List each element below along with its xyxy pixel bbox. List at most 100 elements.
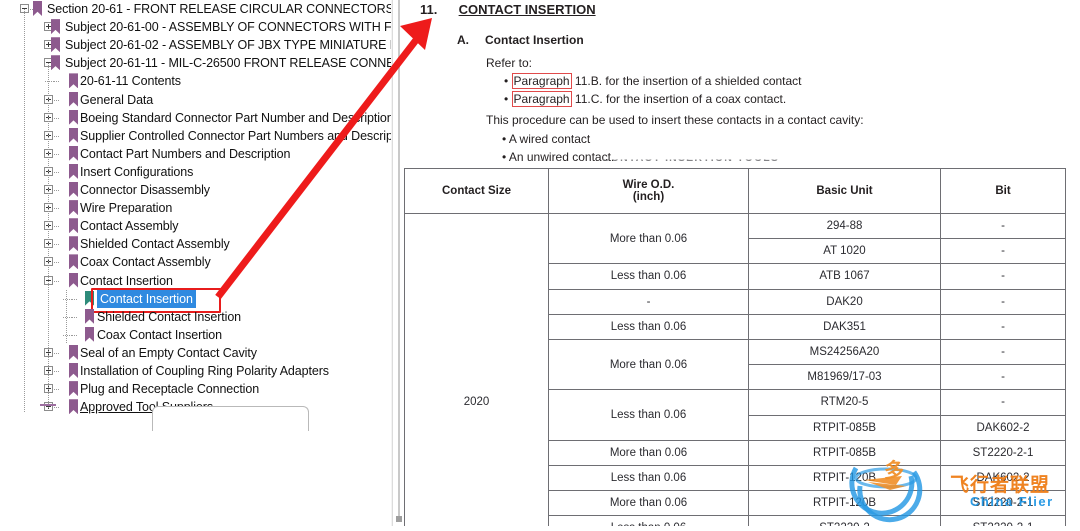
cell-wire-od: Less than 0.06 (548, 464, 749, 492)
wire-od-line1: Wire O.D. (622, 179, 675, 191)
procedure-item-2: • An unwired contact. (502, 150, 615, 164)
cell-wire-od: More than 0.06 (548, 490, 749, 517)
tree-connector (54, 135, 59, 137)
cell-bit: - (940, 364, 1066, 391)
cell-bit: ST2220-2-1 (940, 439, 1066, 466)
tree-item[interactable]: Coax Contact Insertion (0, 326, 392, 344)
cell-basic-unit: RTM20-5 (748, 389, 941, 416)
tree-item-label: Wire Preparation (80, 201, 173, 216)
bookmark-purple-icon (69, 200, 78, 216)
tree-item-label: Plug and Receptacle Connection (80, 382, 260, 397)
tree-connector (54, 190, 59, 191)
tree-item-label: General Data (80, 92, 154, 107)
table-header-row: Contact Size Wire O.D. (inch) Basic Unit… (404, 168, 1066, 214)
tree-item-label: Supplier Controlled Connector Part Numbe… (80, 128, 392, 143)
cell-bit: - (940, 338, 1066, 366)
procedure-text: This procedure can be used to insert the… (486, 113, 864, 127)
tree-item[interactable]: Insert Configurations (0, 163, 392, 181)
tree-item[interactable]: Subject 20-61-00 - ASSEMBLY OF CONNECTOR… (0, 18, 392, 36)
tree-item[interactable]: Installation of Coupling Ring Polarity A… (0, 362, 392, 380)
tree-item-label: Subject 20-61-00 - ASSEMBLY OF CONNECTOR… (65, 20, 392, 35)
tree-item[interactable]: Contact Part Numbers and Description (0, 145, 392, 163)
procedure-item-1: • A wired contact (502, 132, 591, 146)
tree-guide-line (24, 9, 25, 413)
cell-bit: - (940, 212, 1066, 240)
bookmark-purple-icon (51, 37, 60, 53)
tree-item[interactable]: Connector Disassembly (0, 181, 392, 199)
tree-connector (54, 352, 59, 354)
bookmark-purple-icon (69, 145, 78, 161)
bookmark-purple-icon (69, 73, 78, 89)
tree-item-label: Section 20-61 - FRONT RELEASE CIRCULAR C… (47, 2, 392, 16)
bookmark-teal-icon (85, 290, 94, 306)
tree-item[interactable]: Subject 20-61-02 - ASSEMBLY OF JBX TYPE … (0, 36, 392, 54)
tree-item-label: Shielded Contact Assembly (80, 237, 230, 252)
cell-wire-od: More than 0.06 (548, 338, 749, 391)
paragraph-link-1[interactable]: Paragraph (511, 73, 572, 89)
col-header-basic-unit: Basic Unit (748, 168, 941, 214)
cell-basic-unit: 294-88 (748, 212, 941, 240)
tree-item-label: Contact Insertion (97, 289, 196, 308)
refer-item-1: • Paragraph 11.B. for the insertion of a… (504, 73, 802, 89)
tree-item-label: Subject 20-61-11 - MIL-C-26500 FRONT REL… (65, 56, 392, 71)
tree-item-label: Coax Contact Insertion (97, 327, 222, 342)
bookmark-purple-icon (69, 182, 78, 197)
bookmark-purple-icon (69, 254, 78, 270)
tree-item[interactable]: Shielded Contact Insertion (0, 308, 392, 326)
wire-od-line2: (inch) (632, 191, 665, 203)
bookmark-purple-icon (69, 109, 78, 125)
tree-connector (54, 208, 59, 210)
cell-basic-unit: RTPIT-085B (748, 439, 941, 466)
cell-bit: - (940, 288, 1066, 315)
splitter-line (398, 0, 400, 516)
bookmark-purple-icon (69, 127, 78, 143)
tree-item[interactable]: Supplier Controlled Connector Part Numbe… (0, 127, 392, 145)
bullet-2: • (504, 92, 509, 106)
tree-item[interactable]: Contact Assembly (0, 217, 392, 235)
panel-splitter[interactable] (392, 0, 403, 526)
cell-wire-od: Less than 0.06 (548, 313, 749, 340)
ghost-bar (40, 404, 56, 406)
tree-item-label: Installation of Coupling Ring Polarity A… (80, 364, 329, 378)
tree-connector (54, 371, 59, 372)
tree-connector (72, 316, 77, 318)
tree-item[interactable]: Plug and Receptacle Connection (0, 380, 392, 398)
bookmark-purple-icon (69, 236, 78, 252)
cell-wire-od: More than 0.06 (548, 212, 749, 265)
tree-item[interactable]: Contact Insertion (0, 272, 392, 290)
tree-connector (63, 334, 72, 336)
tree-connector (54, 262, 59, 264)
navigation-tree-panel[interactable]: Section 20-61 - FRONT RELEASE CIRCULAR C… (0, 0, 392, 526)
tree-connector (54, 99, 59, 101)
tree-item-label: Seal of an Empty Contact Cavity (80, 345, 257, 360)
tree-item[interactable]: Shielded Contact Assembly (0, 235, 392, 253)
tree-connector (54, 280, 59, 282)
tree-connector (54, 226, 59, 228)
tree-item[interactable]: Section 20-61 - FRONT RELEASE CIRCULAR C… (0, 0, 392, 18)
tree-item-label: Contact Assembly (80, 219, 179, 234)
cell-basic-unit: RTPIT-120B (748, 464, 941, 492)
bookmark-purple-icon (51, 55, 60, 71)
cell-bit: DAK602-2 (940, 414, 1066, 441)
refer-text-1: 11.B. for the insertion of a shielded co… (571, 74, 802, 88)
tree-item[interactable]: Wire Preparation (0, 199, 392, 217)
document-view-panel[interactable]: 11. CONTACT INSERTION A. Contact Inserti… (402, 0, 1080, 526)
refer-item-2: • Paragraph 11.C. for the insertion of a… (504, 91, 786, 107)
subsection-letter: A. (457, 33, 469, 47)
cell-basic-unit: AT 1020 (748, 238, 941, 265)
bookmark-purple-icon (33, 1, 42, 16)
tree-item-label: Shielded Contact Insertion (97, 309, 242, 324)
tree-item[interactable]: Subject 20-61-11 - MIL-C-26500 FRONT REL… (0, 54, 392, 72)
tree-connector (54, 117, 59, 119)
bookmark-purple-icon (51, 19, 60, 35)
cell-bit: - (940, 389, 1066, 416)
tree-item[interactable]: Coax Contact Assembly (0, 253, 392, 271)
section-title: CONTACT INSERTION (458, 2, 596, 17)
cell-basic-unit: MS24256A20 (748, 338, 941, 366)
paragraph-link-2[interactable]: Paragraph (511, 91, 572, 107)
tree-item[interactable]: Boeing Standard Connector Part Number an… (0, 109, 392, 127)
tree-item[interactable]: Seal of an Empty Contact Cavity (0, 344, 392, 362)
tree-item[interactable]: General Data (0, 91, 392, 109)
tree-item[interactable]: Contact Insertion (0, 289, 392, 308)
tree-item[interactable]: 20-61-11 Contents (0, 72, 392, 90)
